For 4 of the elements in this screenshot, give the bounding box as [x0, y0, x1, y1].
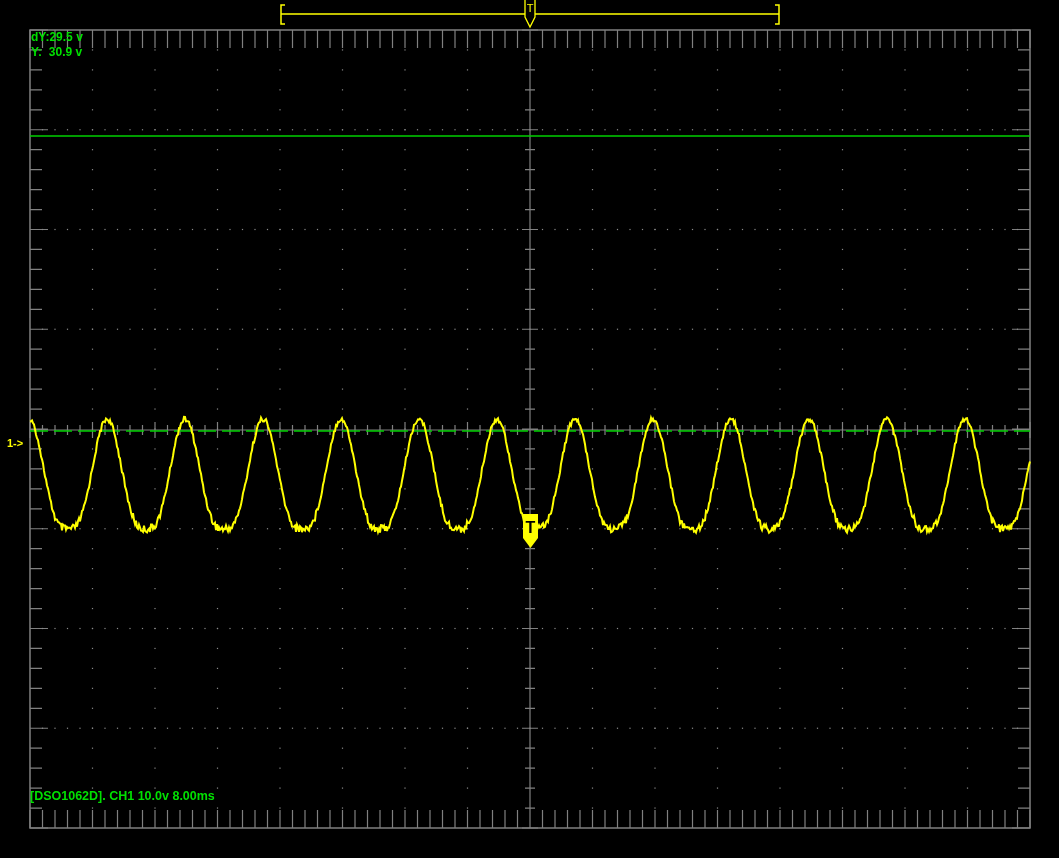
- status-text: [DSO1062D]. CH1 10.0v 8.00ms: [30, 789, 215, 803]
- trigger-marker: T: [523, 514, 538, 548]
- cursor-readout: Y: 30.9 v: [31, 45, 83, 60]
- channel-marker: 1->: [7, 437, 24, 449]
